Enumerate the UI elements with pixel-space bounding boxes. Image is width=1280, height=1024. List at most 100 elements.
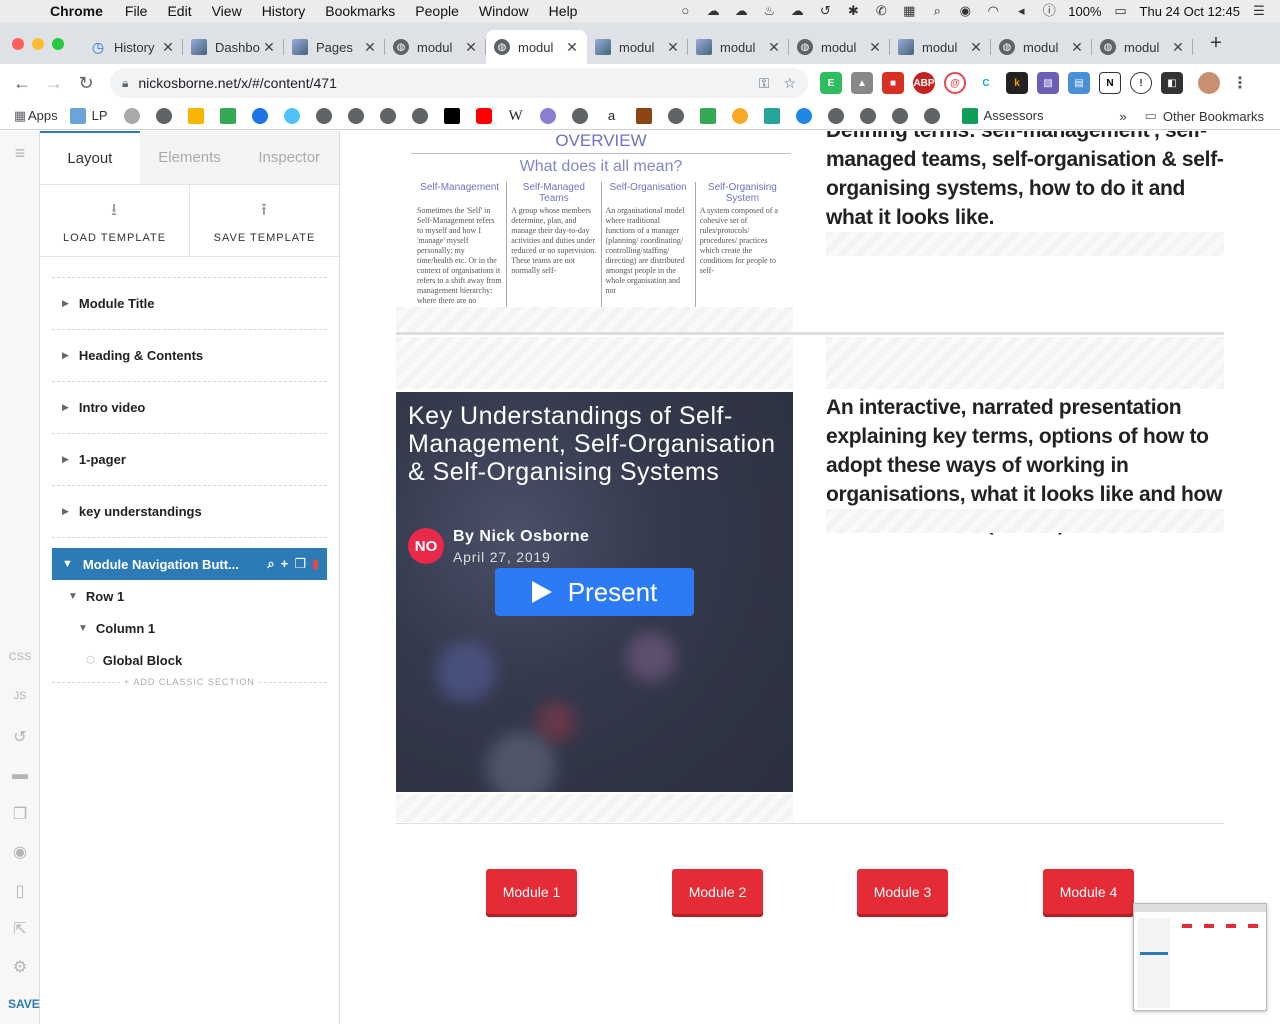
bookmark-briefcase-icon[interactable] (635, 107, 652, 124)
bookmark-purple-icon[interactable] (539, 107, 556, 124)
caret-right-icon[interactable]: ▶ (62, 454, 69, 465)
layers-icon[interactable]: ❐ (8, 804, 32, 824)
menu-kebab-icon[interactable]: ⋮ (1229, 72, 1251, 94)
close-tab-icon[interactable]: ✕ (1070, 39, 1084, 56)
menu-help[interactable]: Help (549, 3, 578, 19)
add-icon[interactable]: + (281, 556, 289, 572)
wifi-icon[interactable]: ◠ (984, 3, 1002, 19)
siri-icon[interactable]: ◉ (956, 3, 974, 19)
add-classic-section-button[interactable]: + ADD CLASSIC SECTION (52, 677, 327, 693)
bookmark-smile-icon[interactable] (731, 107, 748, 124)
close-tab-icon[interactable]: ✕ (969, 39, 983, 56)
tab-history[interactable]: ◷ History ✕ (82, 30, 183, 64)
close-tab-icon[interactable]: ✕ (868, 39, 882, 56)
bookmark-apps[interactable]: ▦ Apps (12, 108, 58, 124)
maximize-window-button[interactable] (52, 38, 64, 50)
module-2-button[interactable]: Module 2 (672, 869, 763, 914)
close-tab-icon[interactable]: ✕ (565, 39, 579, 56)
info-extension-icon[interactable]: ! (1130, 72, 1152, 94)
outline-item-module-title[interactable]: ▶ Module Title (52, 277, 327, 329)
outline-row[interactable]: ▼ Row 1 (52, 580, 327, 612)
bookmark-star-icon[interactable]: ☆ (783, 75, 796, 92)
bookmark-ring-icon[interactable] (283, 107, 300, 124)
square-extension-icon[interactable]: ◧ (1161, 72, 1183, 94)
lock-icon[interactable]: 🔒︎ (122, 76, 128, 91)
search-icon[interactable]: ⌕ (267, 556, 274, 572)
tab-layout[interactable]: Layout (40, 131, 140, 184)
bookmark-globe-icon[interactable] (315, 107, 332, 124)
save-template-button[interactable]: ⭱ SAVE TEMPLATE (190, 185, 339, 256)
bookmark-globe-icon[interactable] (571, 107, 588, 124)
bookmark-globe-icon[interactable] (667, 107, 684, 124)
outline-item-module-navigation[interactable]: ▼ Module Navigation Butt... ⌕ + ❐ ▮ (52, 548, 327, 580)
settings-gear-icon[interactable]: ⚙ (8, 957, 32, 977)
caret-down-icon[interactable]: ▼ (68, 591, 78, 602)
back-arrow-icon[interactable]: ← (6, 73, 38, 94)
close-tab-icon[interactable]: ✕ (1171, 39, 1185, 56)
forward-arrow-icon[interactable]: → (38, 73, 70, 94)
tab-module[interactable]: ◍ modul ✕ (991, 30, 1092, 64)
module-1-button[interactable]: Module 1 (486, 869, 577, 914)
delete-icon[interactable]: ▮ (312, 556, 319, 572)
spiral-extension-icon[interactable]: @ (944, 72, 966, 94)
responsive-icon[interactable]: ▯ (8, 881, 32, 901)
bookmark-blue-icon[interactable] (251, 107, 268, 124)
creative-cloud-icon[interactable]: ☁ (788, 3, 806, 19)
bookmark-teal-icon[interactable] (763, 107, 780, 124)
bookmark-globe-icon[interactable] (411, 107, 428, 124)
bookmark-globe-icon[interactable] (891, 107, 908, 124)
status-icon[interactable]: ○ (676, 3, 694, 19)
tab-elements[interactable]: Elements (140, 131, 240, 184)
close-tab-icon[interactable]: ✕ (666, 39, 680, 56)
menu-file[interactable]: File (125, 3, 148, 19)
css-button[interactable]: CSS (8, 651, 32, 663)
caret-right-icon[interactable]: ▶ (62, 298, 69, 309)
bookmark-maps-icon[interactable] (699, 107, 716, 124)
screenshot-thumbnail[interactable] (1133, 903, 1267, 1011)
menu-edit[interactable]: Edit (167, 3, 191, 19)
tab-module[interactable]: ◍ modul ✕ (385, 30, 486, 64)
tab-module[interactable]: ◍ modul ✕ (1092, 30, 1193, 64)
menu-history[interactable]: History (262, 3, 306, 19)
other-bookmarks[interactable]: Other Bookmarks (1163, 109, 1264, 124)
close-tab-icon[interactable]: ✕ (767, 39, 781, 56)
module-3-button[interactable]: Module 3 (857, 869, 948, 914)
bookmark-globe-icon[interactable] (155, 107, 172, 124)
caret-right-icon[interactable]: ▶ (62, 350, 69, 361)
grammar-extension-icon[interactable]: C (975, 72, 997, 94)
notion-extension-icon[interactable]: N (1099, 72, 1121, 94)
tab-module[interactable]: ◍ modul ✕ (789, 30, 890, 64)
menu-app-name[interactable]: Chrome (50, 3, 103, 19)
caret-right-icon[interactable]: ▶ (62, 402, 69, 413)
bookmark-globe-icon[interactable] (923, 107, 940, 124)
address-bar[interactable]: 🔒︎ nickosborne.net/x/#/content/471 ⚿ ☆ (110, 68, 808, 98)
tab-module[interactable]: modul ✕ (890, 30, 991, 64)
evernote-icon[interactable]: ♨ (760, 3, 778, 19)
external-link-icon[interactable]: ⇱ (8, 919, 32, 939)
overflow-chevron-icon[interactable]: » (1119, 109, 1126, 124)
outline-global-block[interactable]: ⬡ Global Block (52, 644, 327, 676)
close-tab-icon[interactable]: ✕ (161, 39, 175, 56)
k-extension-icon[interactable]: k (1006, 72, 1028, 94)
load-template-button[interactable]: ⭳ LOAD TEMPLATE (40, 185, 190, 256)
search-icon[interactable]: ⌕ (928, 3, 946, 19)
outline-item-key-understandings[interactable]: ▶ key understandings (52, 485, 327, 537)
bookmark-amazon-icon[interactable]: a (604, 108, 620, 124)
bluetooth-icon[interactable]: ✱ (844, 3, 862, 19)
bookmark-globe-icon[interactable] (347, 107, 364, 124)
drive-extension-icon[interactable]: ▲ (851, 72, 873, 94)
new-tab-icon[interactable]: + (1206, 32, 1226, 55)
duplicate-icon[interactable]: ❐ (294, 556, 306, 572)
tab-module[interactable]: modul ✕ (587, 30, 688, 64)
bookmark-drive-icon[interactable] (219, 107, 236, 124)
close-tab-icon[interactable]: ✕ (464, 39, 478, 56)
bookmark-plane-icon[interactable] (795, 107, 812, 124)
outline-column[interactable]: ▼ Column 1 (52, 612, 327, 644)
presentation-embed[interactable]: Key Understandings of Self-Management, S… (396, 392, 793, 792)
profile-avatar[interactable] (1198, 72, 1220, 94)
layout-icon[interactable]: ▬ (8, 766, 32, 784)
cloud-icon[interactable]: ☁ (732, 3, 750, 19)
close-window-button[interactable] (12, 38, 24, 50)
menu-clock[interactable]: Thu 24 Oct 12:45 (1140, 4, 1240, 19)
caret-down-icon[interactable]: ▼ (78, 623, 88, 634)
